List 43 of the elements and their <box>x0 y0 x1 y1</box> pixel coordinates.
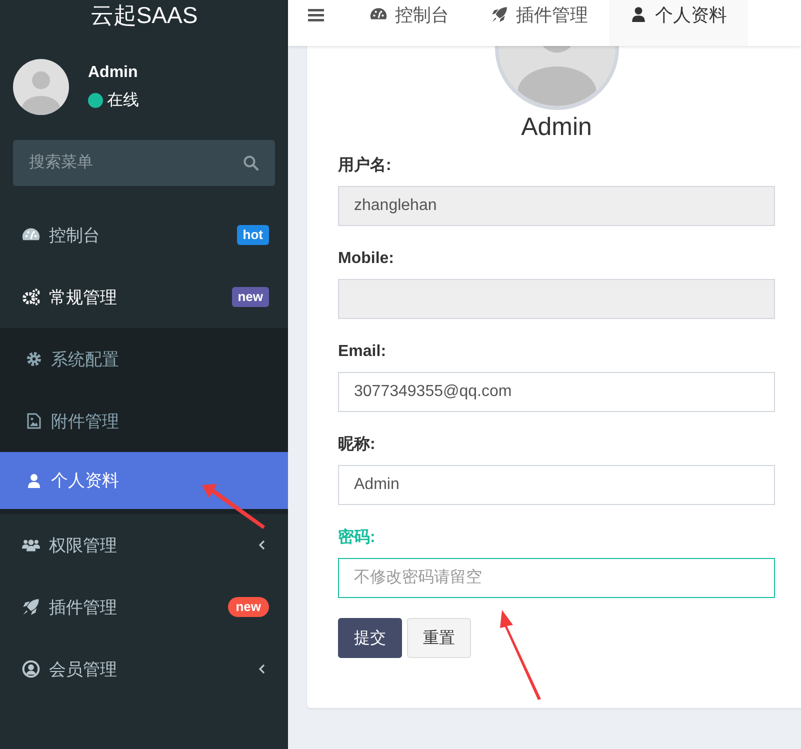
field-label: Email: <box>338 342 388 362</box>
tab[interactable]: 个人资料 <box>609 0 748 46</box>
badge: hot <box>236 225 269 245</box>
settings-icon <box>26 351 42 367</box>
status-text: 在线 <box>107 90 139 110</box>
field-label: 昵称: <box>338 435 376 455</box>
submit-button[interactable]: 提交 <box>338 618 402 658</box>
menu-item[interactable]: 常规管理 new <box>0 266 288 328</box>
gears-icon <box>22 288 40 306</box>
menu-item[interactable]: 权限管理 <box>0 514 288 576</box>
tab[interactable]: 插件管理 <box>470 0 609 46</box>
image-file-icon <box>26 413 42 429</box>
user-icon <box>26 472 42 488</box>
field-label: Mobile: <box>338 249 395 269</box>
logo[interactable]: 云起SAAS <box>0 0 288 32</box>
menu-item[interactable]: 会员管理 <box>0 638 288 700</box>
user-name: Admin <box>88 64 139 82</box>
menu-item[interactable]: 控制台 hot <box>0 204 288 266</box>
search-icon[interactable] <box>243 155 259 171</box>
input-field[interactable]: 3077349355@qq.com <box>338 372 775 412</box>
search-field[interactable]: 搜索菜单 <box>13 140 275 186</box>
rocket-icon <box>491 6 508 23</box>
tab[interactable]: 控制台 <box>349 0 470 46</box>
input-field[interactable]: Admin <box>338 465 775 505</box>
profile-name: Admin <box>521 112 592 142</box>
badge: new <box>228 597 269 617</box>
submenu-item[interactable]: 个人资料 <box>0 452 288 509</box>
field-label: 用户名: <box>338 156 392 176</box>
menu-icon[interactable] <box>308 8 324 22</box>
rocket-icon <box>22 598 40 616</box>
field-label: 密码: <box>338 528 376 548</box>
submenu-item[interactable]: 系统配置 <box>0 328 288 390</box>
chevron-left-icon[interactable] <box>258 663 266 675</box>
badge: new <box>232 287 269 307</box>
menu-item[interactable]: 插件管理 new <box>0 576 288 638</box>
user-icon <box>630 6 647 23</box>
user-circle-icon <box>22 660 40 678</box>
submenu-item[interactable]: 附件管理 <box>0 390 288 452</box>
annotation-arrow <box>202 484 265 529</box>
reset-button[interactable]: 重置 <box>407 618 471 658</box>
chevron-left-icon[interactable] <box>258 539 266 551</box>
status-dot <box>88 92 103 108</box>
input-field[interactable]: 不修改密码请留空 <box>338 558 775 598</box>
